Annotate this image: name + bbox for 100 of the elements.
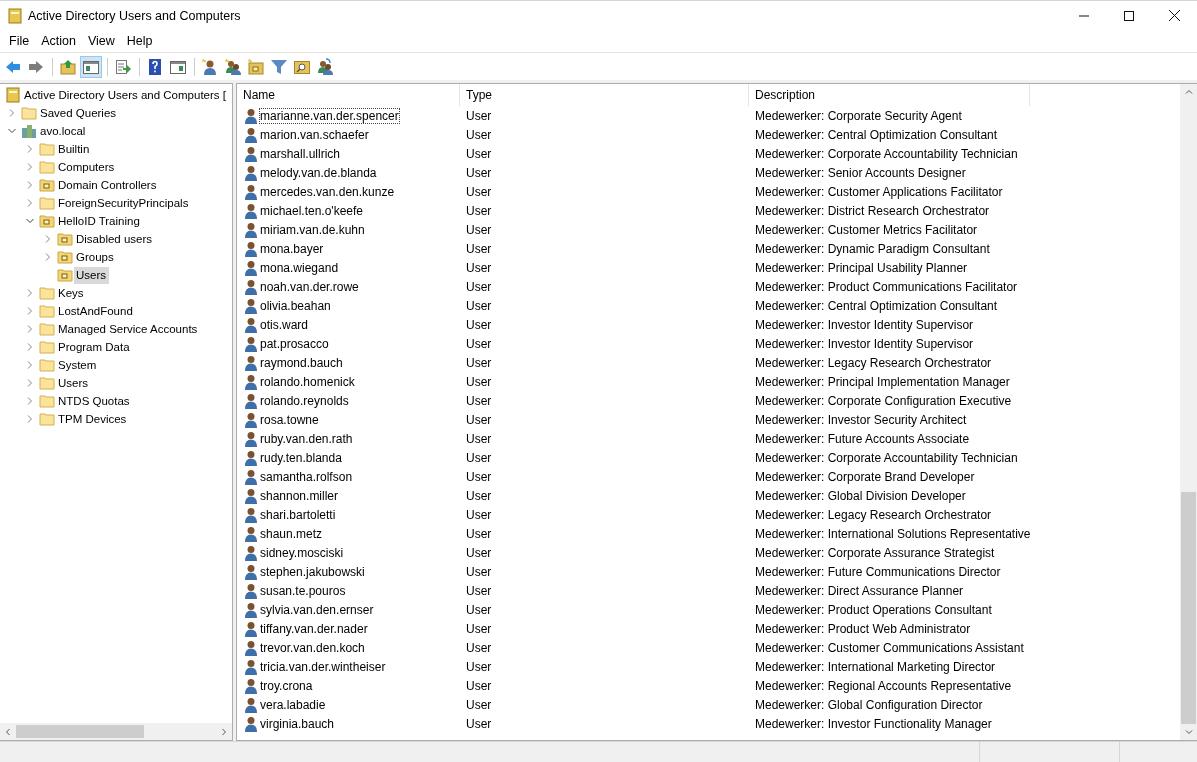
- table-cell-text: Medewerker: Central Optimization Consultant: [754, 298, 999, 313]
- scroll-left-icon[interactable]: [4, 727, 12, 736]
- tree-item[interactable]: Disabled users: [74, 230, 156, 248]
- user-list-item[interactable]: mona.bayer: [237, 240, 460, 257]
- tree-item[interactable]: Domain Controllers: [56, 176, 160, 194]
- column-header[interactable]: Name: [237, 84, 460, 106]
- user-list-item[interactable]: rudy.ten.blanda: [237, 449, 460, 466]
- user-icon: [244, 392, 258, 409]
- user-list-item[interactable]: tiffany.van.der.nader: [237, 620, 460, 637]
- menu-item[interactable]: Help: [120, 34, 159, 48]
- tree-item[interactable]: Keys: [56, 284, 87, 302]
- user-list-item[interactable]: stephen.jakubowski: [237, 563, 460, 580]
- user-list-item[interactable]: trevor.van.den.koch: [237, 639, 460, 656]
- chevron-down-icon[interactable]: [7, 126, 17, 136]
- tree-item[interactable]: Program Data: [56, 338, 133, 356]
- chevron-down-icon[interactable]: [25, 216, 35, 226]
- column-header[interactable]: Type: [460, 84, 749, 106]
- user-list-item[interactable]: olivia.beahan: [237, 297, 460, 314]
- user-icon: [244, 639, 258, 656]
- user-list-item[interactable]: mercedes.van.den.kunze: [237, 183, 460, 200]
- tree-item[interactable]: LostAndFound: [56, 302, 136, 320]
- tree-item[interactable]: System: [56, 356, 100, 374]
- table-cell-text: Medewerker: Corporate Assurance Strategist: [754, 545, 996, 560]
- maximize-icon[interactable]: [1124, 10, 1134, 21]
- folder-box-icon: [39, 177, 55, 193]
- tree-item[interactable]: Users: [74, 266, 110, 284]
- tree-item[interactable]: Managed Service Accounts: [56, 320, 201, 338]
- user-list-item[interactable]: otis.ward: [237, 316, 460, 333]
- user-list-item[interactable]: troy.crona: [237, 677, 460, 694]
- user-list-item[interactable]: sidney.mosciski: [237, 544, 460, 561]
- user-list-item[interactable]: miriam.van.de.kuhn: [237, 221, 460, 238]
- chevron-right-icon[interactable]: [25, 198, 35, 208]
- user-list-item[interactable]: shari.bartoletti: [237, 506, 460, 523]
- close-icon[interactable]: [1169, 10, 1180, 21]
- chevron-right-icon[interactable]: [25, 414, 35, 424]
- user-list-item[interactable]: noah.van.der.rowe: [237, 278, 460, 295]
- scrollbar-thumb[interactable]: [1181, 492, 1196, 724]
- chevron-right-icon[interactable]: [25, 144, 35, 154]
- user-list-item[interactable]: marshall.ullrich: [237, 145, 460, 162]
- user-list-item[interactable]: rolando.homenick: [237, 373, 460, 390]
- user-list-item[interactable]: melody.van.de.blanda: [237, 164, 460, 181]
- menu-item[interactable]: View: [81, 34, 121, 48]
- folder-box-icon: [57, 231, 73, 247]
- user-list-item[interactable]: marianne.van.der.spencer: [237, 107, 460, 124]
- user-list-item[interactable]: samantha.rolfson: [237, 468, 460, 485]
- chevron-right-icon[interactable]: [25, 162, 35, 172]
- table-cell-text: Medewerker: Direct Assurance Planner: [754, 583, 965, 598]
- user-list-item[interactable]: vera.labadie: [237, 696, 460, 713]
- chevron-right-icon[interactable]: [7, 108, 17, 118]
- chevron-right-icon[interactable]: [25, 342, 35, 352]
- user-list-item[interactable]: rosa.towne: [237, 411, 460, 428]
- chevron-right-icon[interactable]: [43, 252, 53, 262]
- user-list-item[interactable]: ruby.van.den.rath: [237, 430, 460, 447]
- chevron-right-icon[interactable]: [25, 288, 35, 298]
- user-list-item[interactable]: virginia.bauch: [237, 715, 460, 732]
- user-list-item[interactable]: shannon.miller: [237, 487, 460, 504]
- user-list-item[interactable]: michael.ten.o'keefe: [237, 202, 460, 219]
- tree-item[interactable]: ForeignSecurityPrincipals: [56, 194, 192, 212]
- table-cell-text: User: [465, 602, 493, 617]
- tree-item[interactable]: HelloID Training: [56, 212, 143, 230]
- user-list-item[interactable]: pat.prosacco: [237, 335, 460, 352]
- chevron-right-icon[interactable]: [25, 396, 35, 406]
- chevron-right-icon[interactable]: [25, 360, 35, 370]
- scroll-right-icon[interactable]: [220, 727, 228, 736]
- user-list-item[interactable]: mona.wiegand: [237, 259, 460, 276]
- tree-item[interactable]: Groups: [74, 248, 117, 266]
- chevron-right-icon[interactable]: [25, 324, 35, 334]
- user-list-item[interactable]: rolando.reynolds: [237, 392, 460, 409]
- export-list-icon: [114, 57, 132, 76]
- user-list-item[interactable]: tricia.van.der.wintheiser: [237, 658, 460, 675]
- user-icon: [244, 221, 258, 238]
- scrollbar-thumb[interactable]: [16, 725, 144, 738]
- user-list-item[interactable]: susan.te.pouros: [237, 582, 460, 599]
- user-icon: [244, 487, 258, 504]
- user-list-item[interactable]: raymond.bauch: [237, 354, 460, 371]
- user-list-item[interactable]: marion.van.schaefer: [237, 126, 460, 143]
- column-header[interactable]: Description: [749, 84, 1030, 106]
- menu-item[interactable]: File: [3, 34, 36, 48]
- chevron-right-icon[interactable]: [25, 306, 35, 316]
- user-list-item[interactable]: shaun.metz: [237, 525, 460, 542]
- user-icon: [244, 715, 258, 732]
- user-list-item[interactable]: sylvia.van.den.ernser: [237, 601, 460, 618]
- table-cell-text: User: [465, 146, 493, 161]
- user-icon: [244, 677, 258, 694]
- chevron-right-icon[interactable]: [25, 378, 35, 388]
- tree-item[interactable]: NTDS Quotas: [56, 392, 133, 410]
- tree-item[interactable]: Active Directory Users and Computers [: [22, 86, 229, 104]
- folder-box-icon: [57, 267, 73, 283]
- tree-item[interactable]: Users: [56, 374, 92, 392]
- tree-item[interactable]: avo.local: [38, 122, 89, 140]
- tree-item[interactable]: TPM Devices: [56, 410, 130, 428]
- table-cell-text: Medewerker: Legacy Research Orchestrator: [754, 355, 993, 370]
- tree-item[interactable]: Builtin: [56, 140, 93, 158]
- chevron-right-icon[interactable]: [25, 180, 35, 190]
- chevron-right-icon[interactable]: [43, 234, 53, 244]
- scroll-down-icon[interactable]: [1184, 728, 1193, 736]
- tree-item[interactable]: Saved Queries: [38, 104, 120, 122]
- menu-item[interactable]: Action: [35, 34, 82, 48]
- scroll-up-icon[interactable]: [1184, 88, 1193, 96]
- tree-item[interactable]: Computers: [56, 158, 118, 176]
